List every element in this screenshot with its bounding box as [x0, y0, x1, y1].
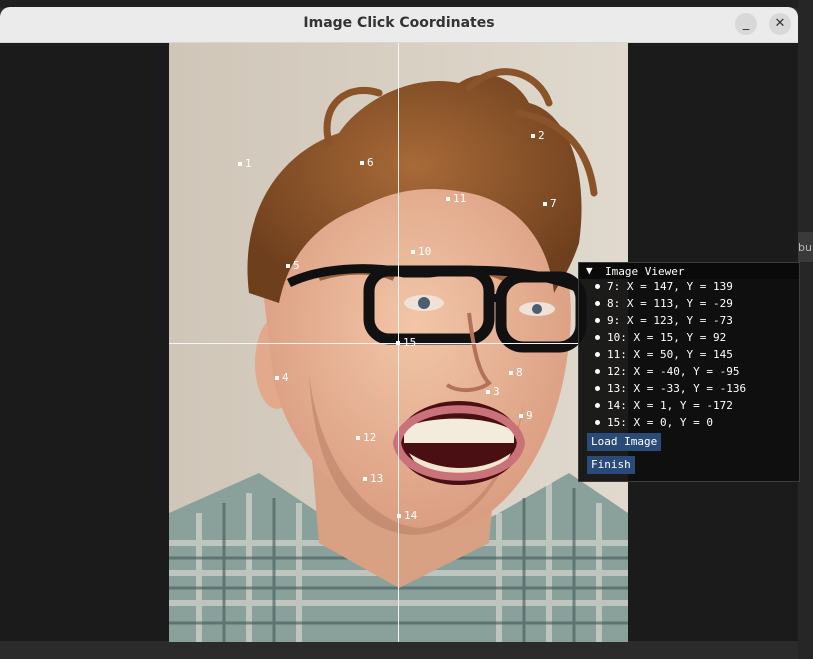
marker-dot-icon	[397, 514, 401, 518]
marker-dot-icon	[286, 264, 290, 268]
list-item: 15: X = 0, Y = 0	[579, 415, 799, 432]
list-item: 13: X = -33, Y = -136	[579, 381, 799, 398]
panel-title: Image Viewer	[605, 265, 685, 278]
click-marker: 8	[509, 367, 523, 378]
marker-dot-icon	[396, 341, 400, 345]
click-marker: 5	[286, 260, 300, 271]
marker-dot-icon	[356, 436, 360, 440]
click-marker: 14	[397, 510, 417, 521]
click-marker: 3	[486, 386, 500, 397]
bullet-icon	[595, 335, 600, 340]
load-image-button[interactable]: Load Image	[587, 433, 662, 451]
bullet-icon	[595, 369, 600, 374]
minimize-icon: _	[742, 16, 750, 31]
bullet-icon	[595, 352, 600, 357]
title-bar[interactable]: Image Click Coordinates _ ✕	[0, 7, 798, 43]
coordinate-list: 7: X = 147, Y = 139 8: X = 113, Y = -29 …	[579, 279, 799, 432]
click-marker: 10	[411, 246, 431, 257]
marker-dot-icon	[411, 250, 415, 254]
bullet-icon	[595, 386, 600, 391]
marker-dot-icon	[275, 376, 279, 380]
image-viewer-panel: ▼ Image Viewer 7: X = 147, Y = 139 8: X …	[578, 262, 800, 482]
marker-dot-icon	[531, 134, 535, 138]
click-marker: 7	[543, 198, 557, 209]
click-marker: 11	[446, 193, 466, 204]
marker-dot-icon	[446, 197, 450, 201]
marker-dot-icon	[543, 202, 547, 206]
marker-dot-icon	[509, 371, 513, 375]
click-marker: 9	[519, 410, 533, 421]
click-marker: 13	[363, 473, 383, 484]
marker-dot-icon	[363, 477, 367, 481]
list-item: 14: X = 1, Y = -172	[579, 398, 799, 415]
list-item: 9: X = 123, Y = -73	[579, 313, 799, 330]
bullet-icon	[595, 403, 600, 408]
marker-dot-icon	[486, 390, 490, 394]
marker-dot-icon	[519, 414, 523, 418]
finish-button[interactable]: Finish	[587, 456, 635, 474]
list-item: 8: X = 113, Y = -29	[579, 296, 799, 313]
minimize-button[interactable]: _	[735, 13, 757, 35]
click-marker: 12	[356, 432, 376, 443]
marker-dot-icon	[238, 162, 242, 166]
close-button[interactable]: ✕	[769, 13, 791, 35]
panel-title-bar[interactable]: ▼ Image Viewer	[579, 263, 799, 279]
click-marker: 6	[360, 157, 374, 168]
collapse-triangle-icon[interactable]: ▼	[586, 264, 593, 277]
bullet-icon	[595, 284, 600, 289]
list-item: 11: X = 50, Y = 145	[579, 347, 799, 364]
close-icon: ✕	[774, 16, 786, 31]
click-marker: 4	[275, 372, 289, 383]
list-item: 7: X = 147, Y = 139	[579, 279, 799, 296]
bullet-icon	[595, 301, 600, 306]
background-window-text: bui	[798, 241, 813, 254]
click-marker: 1	[238, 158, 252, 169]
window-title: Image Click Coordinates	[303, 15, 495, 31]
click-marker: 15	[396, 337, 416, 348]
list-item: 12: X = -40, Y = -95	[579, 364, 799, 381]
bullet-icon	[595, 318, 600, 323]
list-item: 10: X = 15, Y = 92	[579, 330, 799, 347]
desktop-background	[798, 0, 813, 659]
marker-dot-icon	[360, 161, 364, 165]
click-marker: 2	[531, 130, 545, 141]
bullet-icon	[595, 420, 600, 425]
